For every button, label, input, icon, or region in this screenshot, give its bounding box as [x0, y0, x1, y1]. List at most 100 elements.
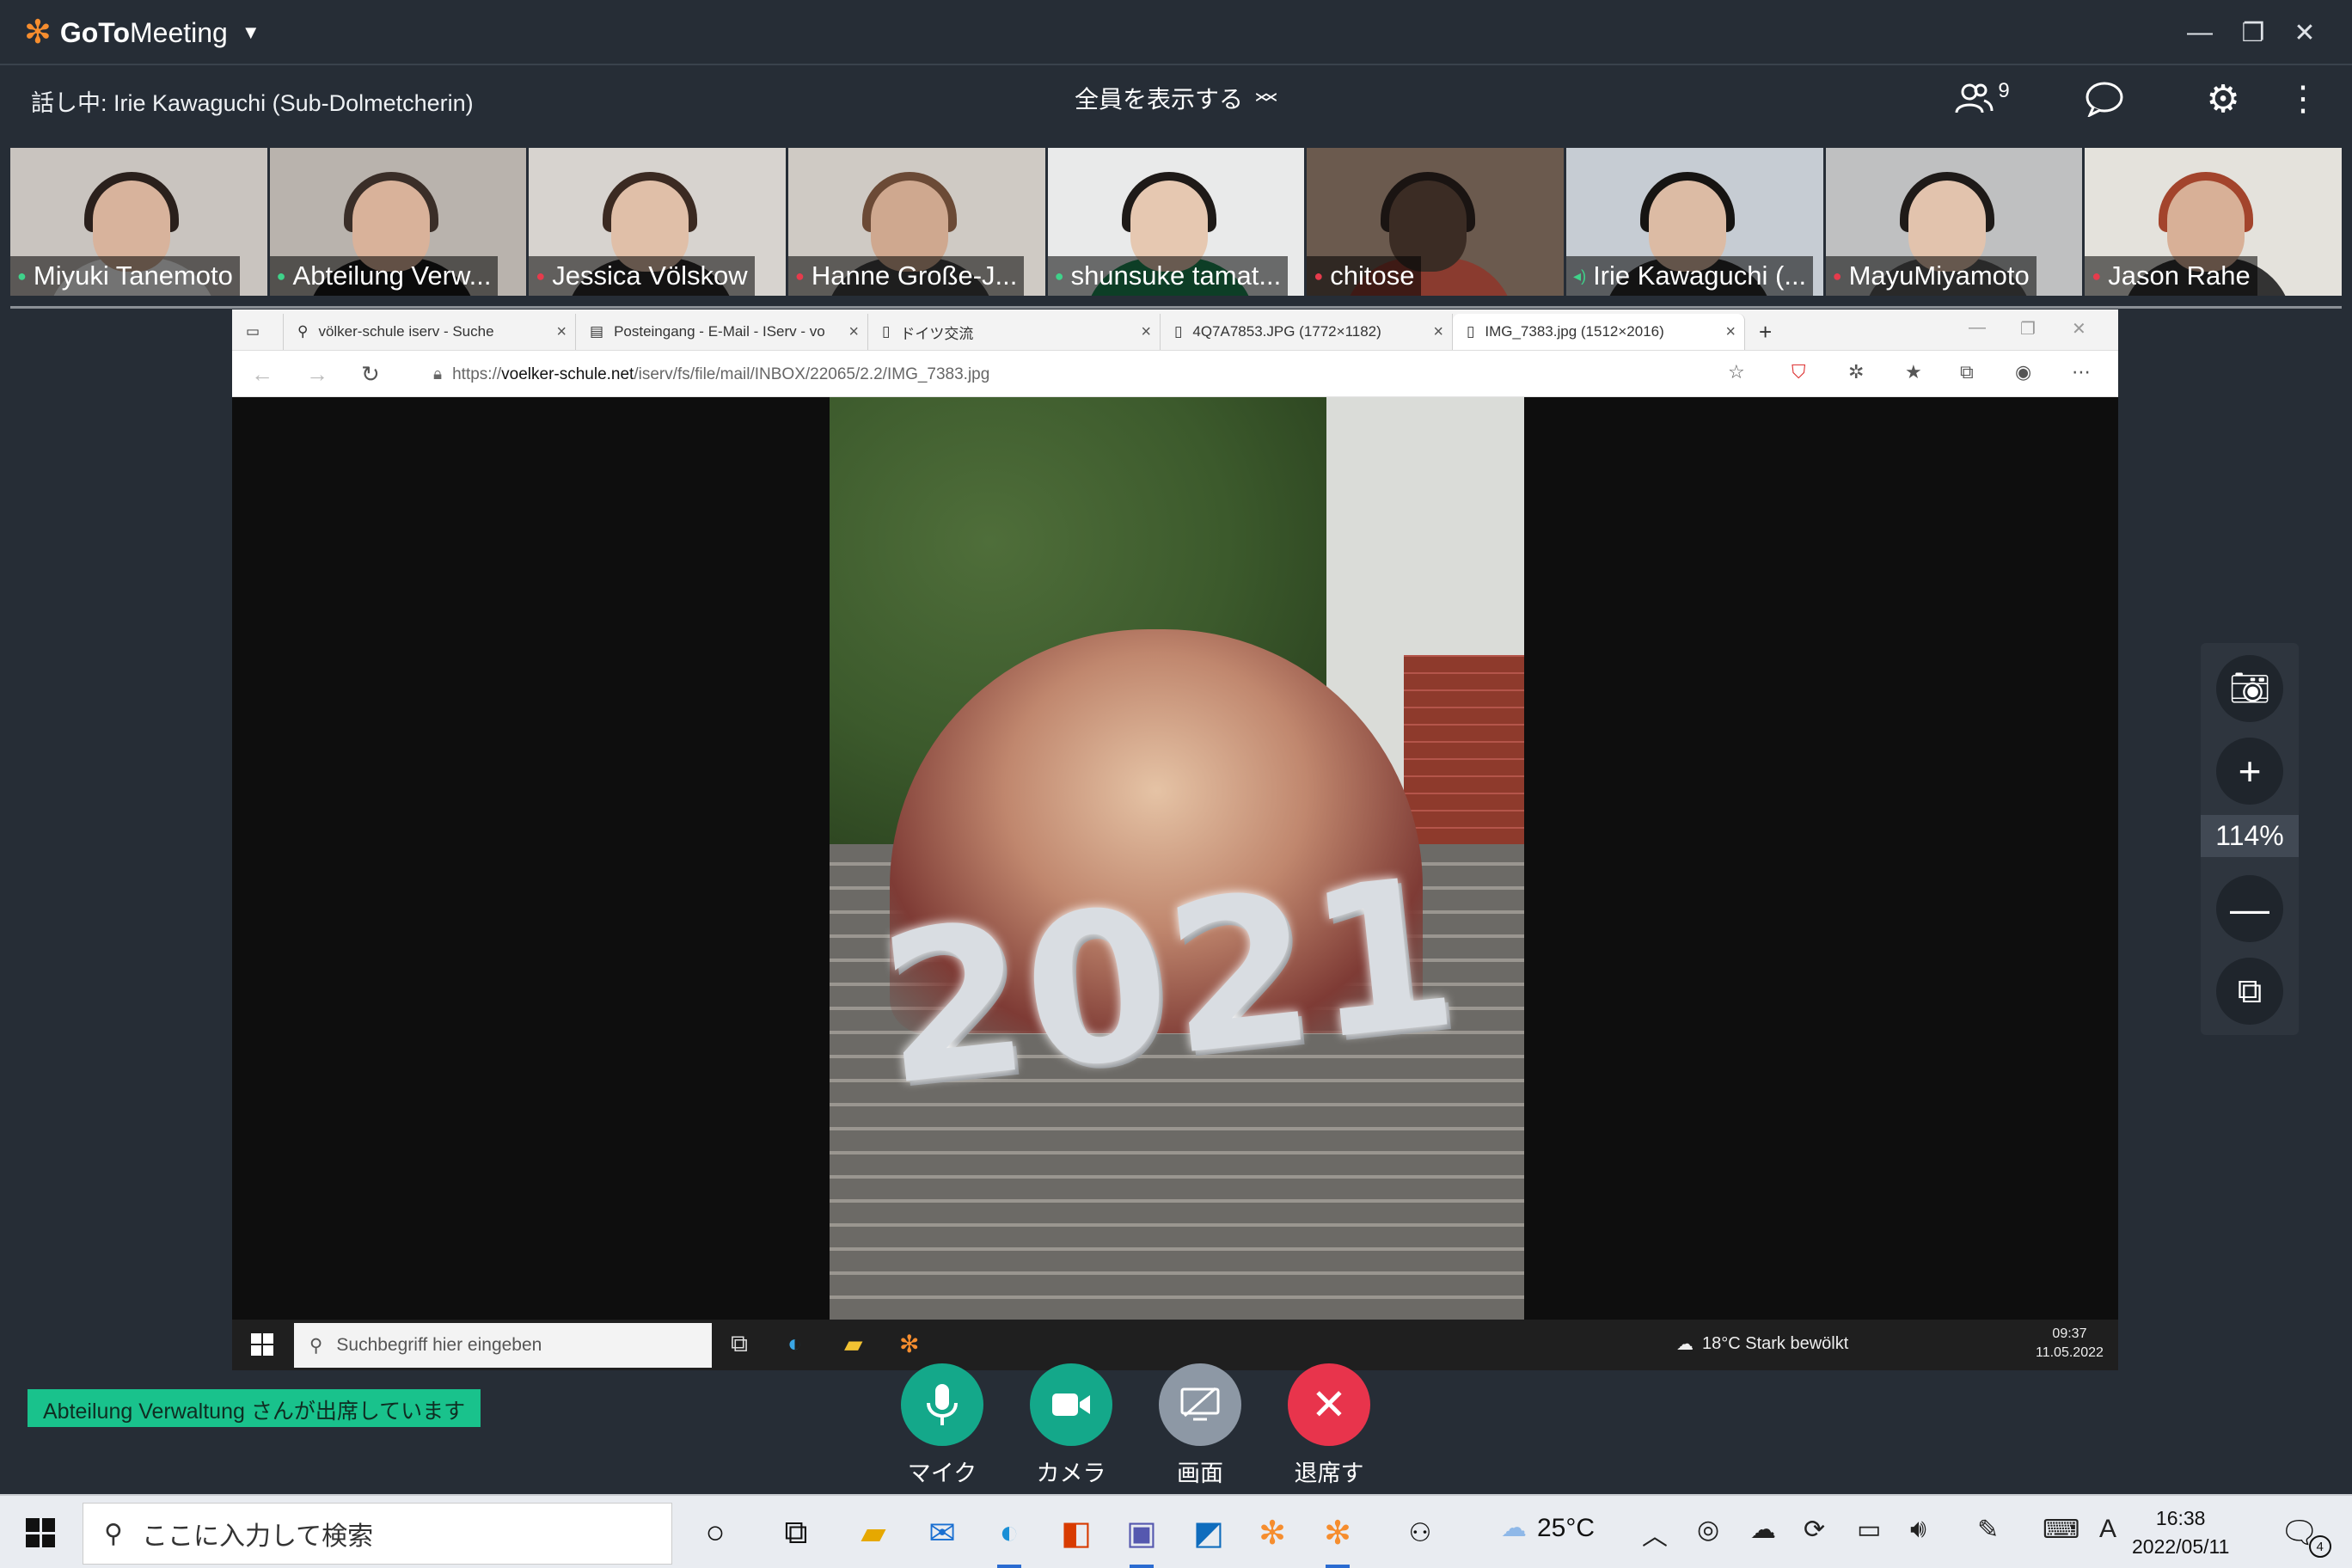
participant-name-tag: ● Jessica Völskow [529, 256, 755, 296]
gotomeeting-launcher-icon: ✻ [1259, 1515, 1286, 1552]
participant-tile[interactable]: ● shunsuke tamat... [1047, 148, 1305, 296]
url-host: voelker-schule.net [501, 365, 634, 383]
restore-button[interactable]: ❐ [2232, 12, 2275, 53]
tab-close-icon[interactable]: × [1725, 322, 1736, 342]
screen-share-icon [1180, 1387, 1220, 1421]
settings-button[interactable]: ⚙ [2197, 78, 2249, 120]
chevron-updown-icon: ︿ ﹀ [1255, 79, 1278, 117]
participant-tile[interactable]: ● Jessica Völskow [529, 148, 787, 296]
shared-clock: 09:37 11.05.2022 [2036, 1325, 2104, 1363]
tab-close-icon[interactable]: × [556, 322, 567, 342]
teams-button[interactable]: ▣ [1119, 1511, 1164, 1568]
browser-restore-icon: ❐ [2020, 320, 2036, 339]
participant-name: shunsuke tamat... [1070, 260, 1282, 291]
cloud-icon: ☁ [1501, 1514, 1527, 1542]
participant-name-tag: ● chitose [1307, 256, 1422, 296]
url-prefix: https:// [452, 365, 502, 383]
task-view-icon: ⧉ [784, 1514, 808, 1551]
browser-tab[interactable]: ▯ IMG_7383.jpg (1512×2016) × [1453, 314, 1745, 350]
close-icon: ✕ [1311, 1381, 1347, 1429]
shared-screen: ▭ ⚲ völker-schule iserv - Suche × ▤ Posteing… [232, 309, 2118, 1370]
plus-icon: + [2238, 749, 2262, 793]
camera-circle[interactable] [1030, 1363, 1112, 1446]
logo-text-bold: GoTo [59, 16, 130, 48]
zoom-panel: 📷︎ + 114% — ⧉ [2201, 643, 2299, 1035]
weather-widget[interactable]: ☁ 25°C [1501, 1513, 1595, 1543]
close-window-button[interactable]: ✕ [2283, 12, 2326, 53]
outlook-button[interactable]: ◩ [1186, 1511, 1231, 1554]
onedrive-icon: ☁ [1750, 1516, 1776, 1544]
system-clock[interactable]: 16:38 2022/05/11 [2132, 1504, 2229, 1561]
shared-search-placeholder: Suchbegriff hier eingeben [336, 1335, 542, 1355]
outlook-icon: ◩ [1193, 1515, 1224, 1552]
leave-circle[interactable]: ✕ [1288, 1363, 1370, 1446]
edge-button[interactable]: ◐ [987, 1511, 1032, 1568]
pop-out-button[interactable]: ⧉ [2216, 958, 2283, 1025]
cortana-button[interactable]: ○ [693, 1511, 738, 1554]
mic-label: マイク [907, 1461, 977, 1486]
shared-search-box: ⚲ Suchbegriff hier eingeben [294, 1323, 712, 1368]
browser-tab[interactable]: ▯ 4Q7A7853.JPG (1772×1182) × [1161, 314, 1453, 350]
shared-start-icon [251, 1333, 273, 1356]
screen-share-button[interactable]: 画面 [1157, 1363, 1243, 1488]
mic-button[interactable]: マイク [899, 1363, 985, 1488]
minimize-button[interactable]: — [2178, 12, 2221, 53]
ime-indicator[interactable]: A [2099, 1515, 2116, 1544]
mail-button[interactable]: ✉ [920, 1511, 965, 1554]
page-icon: ▯ [1467, 323, 1475, 340]
gotomeeting-taskbar-button[interactable]: ✻ [1315, 1511, 1360, 1568]
new-tab-button[interactable]: + [1745, 314, 1785, 350]
task-view-button[interactable]: ⧉ [774, 1511, 818, 1554]
tab-actions-button[interactable]: ▭ [232, 314, 284, 350]
view-all-dropdown[interactable]: 全員を表示する ︿ ﹀ [1075, 81, 1277, 115]
mic-icon: ● [17, 266, 27, 285]
snapshot-button[interactable]: 📷︎ [2216, 655, 2283, 722]
participant-name-tag: ● MayuMiyamoto [1825, 256, 2037, 296]
shared-date: 11.05.2022 [2036, 1345, 2104, 1360]
participant-tile[interactable]: ● Abteilung Verw... [269, 148, 527, 296]
shared-search-icon: ⚲ [309, 1335, 323, 1356]
chat-button[interactable] [2079, 79, 2130, 119]
tab-close-icon[interactable]: × [1433, 322, 1443, 342]
screen-share-circle[interactable] [1159, 1363, 1241, 1446]
browser-more-icon: ⋯ [2072, 361, 2091, 383]
participant-tile[interactable]: ● MayuMiyamoto [1825, 148, 2083, 296]
zoom-level: 114% [2201, 815, 2299, 857]
browser-tab[interactable]: ▯ ドイツ交流 × [868, 314, 1161, 350]
browser-tab-label: IMG_7383.jpg (1512×2016) [1485, 323, 1664, 340]
tab-close-icon[interactable]: × [848, 322, 859, 342]
file-explorer-button[interactable]: ▰ [851, 1511, 896, 1554]
attendees-button[interactable]: 9 [1948, 79, 2017, 119]
taskbar-search-placeholder: ここに入力して検索 [141, 1522, 374, 1551]
browser-tab[interactable]: ⚲ völker-schule iserv - Suche × [284, 314, 576, 350]
notification-center-button[interactable]: 🗨︎ 4 [2280, 1515, 2331, 1558]
camera-button[interactable]: カメラ [1028, 1363, 1114, 1488]
gotomeeting-launcher-button[interactable]: ✻ [1250, 1511, 1295, 1554]
tab-close-icon[interactable]: × [1141, 322, 1151, 342]
participant-tile[interactable]: ● Jason Rahe [2085, 148, 2343, 296]
office-button[interactable]: ◧ [1054, 1511, 1099, 1554]
camera-label: カメラ [1036, 1461, 1106, 1486]
camera-snapshot-icon: 📷︎ [2228, 671, 2271, 707]
plus-icon: + [1759, 318, 1773, 345]
chat-icon [2086, 82, 2123, 117]
talking-indicator: 話し中: Irie Kawaguchi (Sub-Dolmetcherin) [31, 90, 474, 116]
zoom-out-button[interactable]: — [2216, 875, 2283, 942]
mic-circle[interactable] [901, 1363, 983, 1446]
leave-button[interactable]: ✕ 退席する [1286, 1363, 1372, 1494]
more-options-button[interactable]: ⋮ [2286, 79, 2320, 119]
participant-tile[interactable]: ● Miyuki Tanemoto [10, 148, 267, 296]
address-bar: 🔒︎ https://voelker-schule.net/iserv/fs/f… [433, 361, 989, 389]
start-button[interactable] [26, 1518, 55, 1547]
app-menu[interactable]: ✻ GoToMeeting ▼ [24, 14, 260, 52]
folder-icon: ▰ [861, 1515, 886, 1552]
browser-address-row: ← → ↻ 🔒︎ https://voelker-schule.net/iser… [232, 351, 2118, 397]
browser-tab[interactable]: ▤ Posteingang - E-Mail - IServ - vo × [576, 314, 868, 350]
participant-tile[interactable]: ● chitose [1307, 148, 1565, 296]
attendee-count: 9 [1998, 79, 2010, 102]
taskbar-search-box[interactable]: ⚲ ここに入力して検索 [83, 1503, 672, 1565]
zoom-in-button[interactable]: + [2216, 738, 2283, 805]
people-button[interactable]: ⚇ [1398, 1511, 1442, 1554]
participant-tile[interactable]: ● Hanne Große-J... [788, 148, 1045, 296]
participant-tile[interactable]: ◂) Irie Kawaguchi (... [1566, 148, 1823, 296]
